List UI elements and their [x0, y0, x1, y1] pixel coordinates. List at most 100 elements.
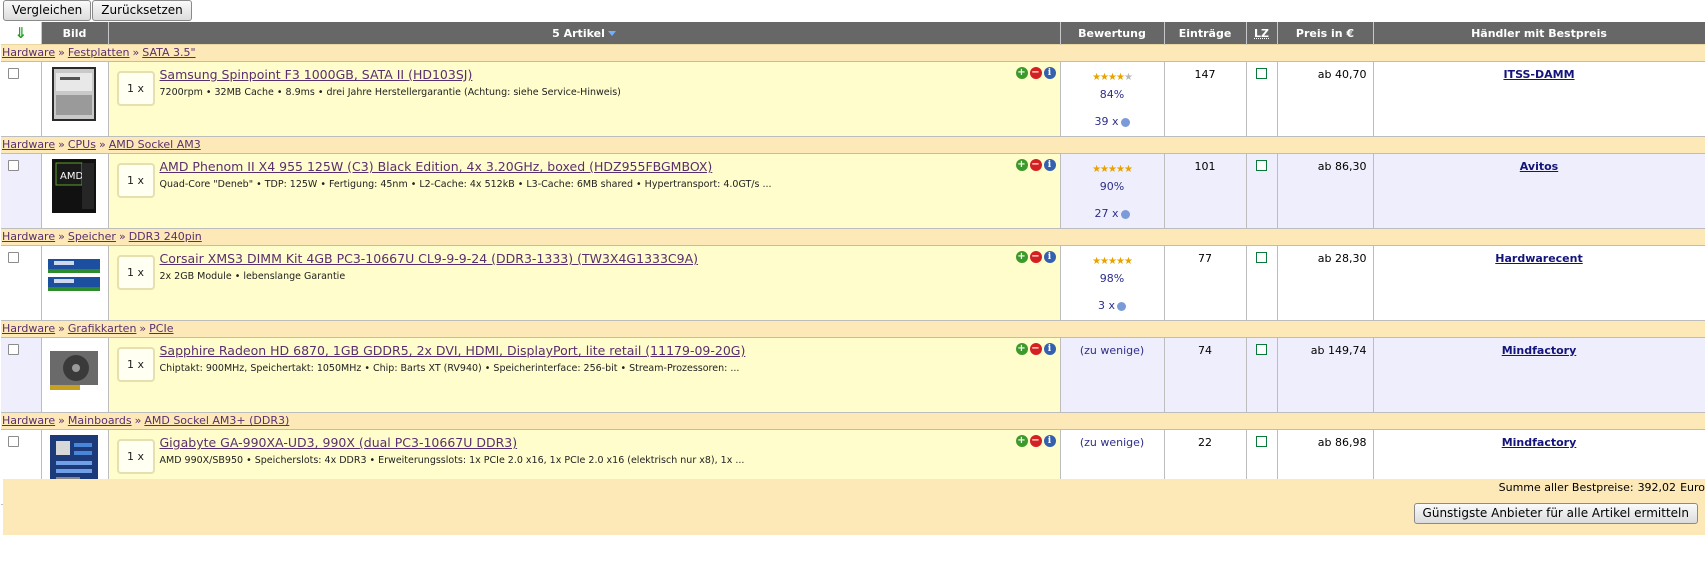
col-price[interactable]: Preis in €	[1277, 22, 1374, 45]
product-image[interactable]: AMD	[46, 157, 102, 215]
breadcrumb-link[interactable]: DDR3 240pin	[129, 230, 202, 243]
breadcrumb-link[interactable]: Hardware	[2, 138, 55, 151]
best-price: ab 86,98	[1317, 436, 1367, 449]
row-actions: + − i	[1014, 343, 1056, 356]
add-icon[interactable]: +	[1015, 159, 1028, 171]
svg-text:AMD: AMD	[60, 171, 83, 182]
breadcrumb-link[interactable]: Hardware	[2, 230, 55, 243]
availability-icon	[1256, 68, 1267, 79]
col-rating[interactable]: Bewertung	[1060, 22, 1165, 45]
remove-icon[interactable]: −	[1029, 435, 1042, 447]
breadcrumb-separator: »	[58, 414, 65, 427]
add-icon[interactable]: +	[1015, 251, 1028, 263]
quantity-field[interactable]: 1 x	[116, 347, 155, 382]
rating-stars: ★★★★★	[1092, 72, 1133, 83]
dealer-link[interactable]: Mindfactory	[1374, 436, 1705, 449]
select-all-arrow[interactable]: ⇓	[1, 22, 42, 45]
col-entries[interactable]: Einträge	[1164, 22, 1247, 45]
product-title-link[interactable]: Sapphire Radeon HD 6870, 1GB GDDR5, 2x D…	[160, 343, 746, 358]
breadcrumb: Hardware» CPUs» AMD Sockel AM3	[1, 136, 1705, 154]
breadcrumb-separator: »	[139, 322, 147, 335]
product-image[interactable]	[46, 65, 102, 123]
find-cheapest-button[interactable]: Günstigste Anbieter für alle Artikel erm…	[1413, 503, 1698, 524]
rating-votes[interactable]: 39 x	[1061, 115, 1164, 128]
user-icon	[1120, 209, 1130, 219]
product-title-link[interactable]: Gigabyte GA-990XA-UD3, 990X (dual PC3-10…	[160, 435, 518, 450]
rating-percent[interactable]: 90%	[1061, 180, 1164, 193]
breadcrumb-link[interactable]: Hardware	[2, 414, 55, 427]
compare-checkbox[interactable]	[8, 436, 19, 447]
availability-icon	[1256, 160, 1267, 171]
table-header: ⇓ Bild 5 Artikel Bewertung Einträge LZ P…	[1, 22, 1705, 45]
info-icon[interactable]: i	[1043, 435, 1056, 447]
rating-votes[interactable]: 3 x	[1061, 299, 1164, 312]
rating-stars: ★★★★★	[1092, 164, 1133, 175]
compare-checkbox[interactable]	[8, 68, 19, 79]
dealer-link[interactable]: Hardwarecent	[1374, 252, 1705, 265]
info-icon[interactable]: i	[1043, 159, 1056, 171]
breadcrumb: Hardware» Grafikkarten» PCIe	[1, 320, 1705, 338]
dealer-link[interactable]: Avitos	[1374, 160, 1705, 173]
product-description: 2x 2GB Module • lebenslange Garantie	[159, 271, 346, 282]
product-title-link[interactable]: AMD Phenom II X4 955 125W (C3) Black Edi…	[160, 159, 713, 174]
info-icon[interactable]: i	[1043, 251, 1056, 263]
compare-checkbox[interactable]	[8, 160, 19, 171]
breadcrumb-separator: »	[134, 414, 142, 427]
col-image: Bild	[41, 22, 109, 45]
entries-count: 101	[1194, 160, 1216, 173]
row-actions: + − i	[1014, 67, 1056, 80]
breadcrumb-link[interactable]: SATA 3.5"	[142, 46, 195, 59]
breadcrumb-separator: »	[58, 138, 65, 151]
product-description: 7200rpm • 32MB Cache • 8.9ms • drei Jahr…	[159, 87, 621, 98]
breadcrumb-link[interactable]: Hardware	[2, 46, 55, 59]
rating-stars: ★★★★★	[1092, 256, 1133, 267]
col-articles[interactable]: 5 Artikel	[108, 22, 1061, 45]
reset-button[interactable]: Zurücksetzen	[92, 0, 192, 21]
rating-votes[interactable]: 27 x	[1061, 207, 1164, 220]
rating-too-few: (zu wenige)	[1079, 344, 1145, 357]
breadcrumb-link[interactable]: CPUs	[68, 138, 96, 151]
row-actions: + − i	[1014, 159, 1056, 172]
breadcrumb-link[interactable]: Hardware	[2, 322, 55, 335]
breadcrumb-link[interactable]: AMD Sockel AM3+ (DDR3)	[144, 414, 289, 427]
add-icon[interactable]: +	[1015, 435, 1028, 447]
col-dealer: Händler mit Bestpreis	[1373, 22, 1705, 45]
breadcrumb-link[interactable]: Mainboards	[68, 414, 132, 427]
availability-icon	[1256, 436, 1267, 447]
entries-count: 147	[1194, 68, 1216, 81]
add-icon[interactable]: +	[1015, 67, 1028, 79]
rating-percent[interactable]: 98%	[1061, 272, 1164, 285]
user-icon	[1117, 301, 1126, 311]
product-title-link[interactable]: Samsung Spinpoint F3 1000GB, SATA II (HD…	[160, 67, 473, 82]
quantity-field[interactable]: 1 x	[116, 439, 155, 474]
compare-checkbox[interactable]	[8, 344, 19, 355]
breadcrumb-separator: »	[58, 230, 65, 243]
compare-button[interactable]: Vergleichen	[3, 0, 92, 21]
product-description: Quad-Core "Deneb" • TDP: 125W • Fertigun…	[159, 179, 772, 190]
compare-checkbox[interactable]	[8, 252, 19, 263]
remove-icon[interactable]: −	[1029, 159, 1042, 171]
col-lz[interactable]: LZ	[1246, 22, 1278, 45]
dealer-link[interactable]: Mindfactory	[1374, 344, 1705, 357]
info-icon[interactable]: i	[1043, 67, 1056, 79]
breadcrumb-link[interactable]: PCIe	[149, 322, 173, 335]
remove-icon[interactable]: −	[1029, 343, 1042, 355]
breadcrumb-link[interactable]: Speicher	[68, 230, 116, 243]
best-price: ab 28,30	[1317, 252, 1367, 265]
product-image[interactable]	[46, 341, 102, 399]
remove-icon[interactable]: −	[1029, 251, 1042, 263]
add-icon[interactable]: +	[1015, 343, 1028, 355]
info-icon[interactable]: i	[1043, 343, 1056, 355]
quantity-field[interactable]: 1 x	[116, 71, 155, 106]
breadcrumb-link[interactable]: AMD Sockel AM3	[109, 138, 201, 151]
rating-percent[interactable]: 84%	[1061, 88, 1164, 101]
product-title-link[interactable]: Corsair XMS3 DIMM Kit 4GB PC3-10667U CL9…	[160, 251, 699, 266]
breadcrumb: Hardware» Mainboards» AMD Sockel AM3+ (DDR…	[1, 412, 1705, 430]
breadcrumb-link[interactable]: Grafikkarten	[68, 322, 137, 335]
product-image[interactable]	[46, 249, 102, 307]
quantity-field[interactable]: 1 x	[116, 255, 155, 290]
breadcrumb-link[interactable]: Festplatten	[68, 46, 130, 59]
remove-icon[interactable]: −	[1029, 67, 1042, 79]
quantity-field[interactable]: 1 x	[116, 163, 155, 198]
dealer-link[interactable]: ITSS-DAMM	[1374, 68, 1705, 81]
